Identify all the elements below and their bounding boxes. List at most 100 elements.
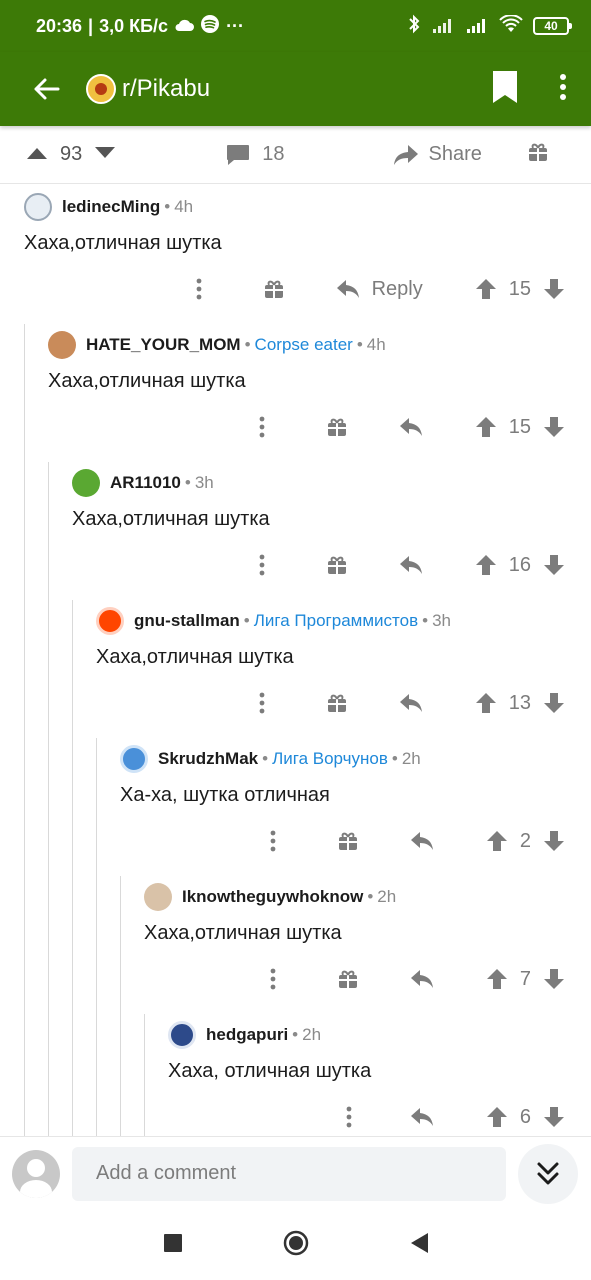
signal-roaming-icon xyxy=(465,15,489,38)
comment-more-button[interactable] xyxy=(346,1106,352,1128)
comment-downvote-button[interactable] xyxy=(543,416,565,438)
comment-downvote-button[interactable] xyxy=(543,830,565,852)
comment-downvote-button[interactable] xyxy=(543,968,565,990)
thread-line[interactable] xyxy=(24,324,25,1136)
comment-reply-button[interactable] xyxy=(410,831,434,851)
comment-more-button[interactable] xyxy=(259,692,265,714)
comment-reply-button[interactable] xyxy=(399,693,423,713)
comment-text: Хаха,отличная шутка xyxy=(48,370,246,392)
post-downvote-button[interactable] xyxy=(94,143,116,166)
comment-upvote-button[interactable] xyxy=(475,416,497,438)
comment-header: gnu-stallman • Лига Программистов • 3h xyxy=(96,606,591,636)
more-vertical-icon xyxy=(259,692,265,714)
comment-username[interactable]: SkrudzhMak xyxy=(158,749,258,769)
comment-downvote-button[interactable] xyxy=(543,278,565,300)
comment-username[interactable]: Iknowtheguywhoknow xyxy=(182,887,363,907)
comment: ledinecMing • 4h Хаха,отличная шутка Rep… xyxy=(24,192,591,322)
comment-downvote-button[interactable] xyxy=(543,1106,565,1128)
comment-username[interactable]: AR11010 xyxy=(110,473,181,493)
comment-more-button[interactable] xyxy=(196,278,202,300)
comment-downvote-button[interactable] xyxy=(543,554,565,576)
comment-username[interactable]: HATE_YOUR_MOM xyxy=(86,335,241,355)
gift-icon xyxy=(327,418,346,436)
share-arrow-icon xyxy=(393,144,418,165)
bookmark-button[interactable] xyxy=(493,70,517,108)
next-comment-button[interactable] xyxy=(518,1143,578,1204)
comment-score: 16 xyxy=(508,553,531,576)
user-avatar[interactable] xyxy=(96,607,124,635)
reply-arrow-icon xyxy=(399,694,422,712)
signal-icon xyxy=(431,15,455,38)
comment-award-button[interactable] xyxy=(338,969,358,989)
thread-line[interactable] xyxy=(120,876,121,1136)
user-avatar[interactable] xyxy=(144,883,172,911)
thread-line[interactable] xyxy=(96,738,97,1136)
comment-award-button[interactable] xyxy=(327,555,347,575)
thread-line[interactable] xyxy=(144,1014,145,1136)
comment-username[interactable]: ledinecMing xyxy=(62,197,160,217)
comment-award-button[interactable] xyxy=(327,693,347,713)
user-avatar[interactable] xyxy=(72,469,100,497)
gift-icon xyxy=(327,694,346,712)
arrow-up-icon xyxy=(486,1107,507,1127)
comment-upvote-button[interactable] xyxy=(486,968,508,990)
user-flair: Corpse eater xyxy=(254,335,353,354)
caret-up-icon xyxy=(27,148,47,159)
comment-more-button[interactable] xyxy=(259,416,265,438)
arrow-down-icon xyxy=(544,969,564,989)
comment-award-button[interactable] xyxy=(327,417,347,437)
comment-actions: 13 xyxy=(259,688,565,718)
comment-reply-button[interactable] xyxy=(399,555,423,575)
arrow-left-icon xyxy=(34,78,60,100)
comment-time: 3h xyxy=(432,611,451,630)
comment-header: AR11010 • 3h xyxy=(72,468,591,498)
comment-upvote-button[interactable] xyxy=(486,830,508,852)
comment-reply-button[interactable] xyxy=(399,417,423,437)
comment-username[interactable]: hedgapuri xyxy=(206,1025,288,1045)
overflow-menu-button[interactable] xyxy=(559,73,567,106)
comment-upvote-button[interactable] xyxy=(486,1106,508,1128)
thread-line[interactable] xyxy=(48,462,49,1136)
comment-upvote-button[interactable] xyxy=(475,692,497,714)
comment: HATE_YOUR_MOM • Corpse eater • 4h Хаха,о… xyxy=(48,330,591,460)
comment-more-button[interactable] xyxy=(259,554,265,576)
gift-icon xyxy=(264,280,283,298)
comment-award-button[interactable] xyxy=(338,831,358,851)
system-nav-bar xyxy=(0,1210,591,1280)
back-button[interactable] xyxy=(28,71,64,107)
arrow-down-icon xyxy=(544,693,564,713)
subreddit-icon[interactable] xyxy=(86,74,116,104)
comment-reply-button[interactable] xyxy=(410,969,434,989)
arrow-up-icon xyxy=(475,555,496,575)
post-share-button[interactable]: Share xyxy=(393,143,482,166)
comment-reply-button[interactable] xyxy=(410,1107,434,1127)
comment-award-button[interactable] xyxy=(264,279,284,299)
post-comments-button[interactable]: 18 xyxy=(226,143,285,166)
comment-downvote-button[interactable] xyxy=(543,692,565,714)
comment-upvote-button[interactable] xyxy=(475,278,497,300)
user-avatar[interactable] xyxy=(48,331,76,359)
comment-reply-button[interactable]: Reply xyxy=(336,278,423,301)
comment-score: 15 xyxy=(508,415,531,438)
recents-button[interactable] xyxy=(163,1233,183,1258)
thread-line[interactable] xyxy=(72,600,73,1136)
user-avatar[interactable] xyxy=(24,193,52,221)
comment-username[interactable]: gnu-stallman xyxy=(134,611,240,631)
post-award-button[interactable] xyxy=(528,142,548,168)
comment: AR11010 • 3h Хаха,отличная шутка 16 xyxy=(72,468,591,598)
add-comment-input[interactable] xyxy=(72,1146,506,1201)
post-upvote-button[interactable] xyxy=(26,143,48,166)
subreddit-title[interactable]: r/Pikabu xyxy=(122,75,210,103)
comment-more-button[interactable] xyxy=(270,968,276,990)
user-flair: Лига Ворчунов xyxy=(272,749,388,768)
comment-upvote-button[interactable] xyxy=(475,554,497,576)
more-vertical-icon xyxy=(270,968,276,990)
comment-text: Хаха,отличная шутка xyxy=(72,508,270,530)
current-user-avatar[interactable] xyxy=(12,1149,60,1198)
comment-more-button[interactable] xyxy=(270,830,276,852)
home-button[interactable] xyxy=(283,1230,309,1261)
comment-text: Ха-ха, шутка отличная xyxy=(120,784,330,806)
system-back-button[interactable] xyxy=(409,1232,429,1259)
user-avatar[interactable] xyxy=(120,745,148,773)
user-avatar[interactable] xyxy=(168,1021,196,1049)
